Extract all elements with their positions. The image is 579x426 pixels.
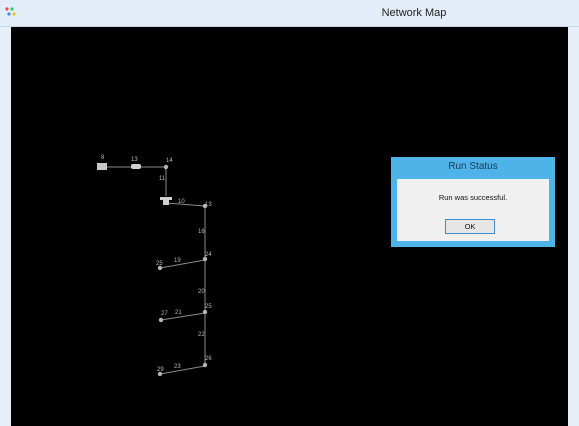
junction-node[interactable]: [202, 309, 208, 315]
node-label: 26: [205, 356, 212, 362]
dialog-body: Run was successful. OK: [397, 179, 549, 241]
run-status-dialog: Run Status Run was successful. OK: [391, 157, 555, 247]
pump-icon[interactable]: [131, 164, 141, 169]
node-label: 29: [157, 367, 164, 373]
link-label: 22: [198, 332, 205, 338]
junction-node[interactable]: [158, 317, 164, 323]
dialog-message: Run was successful.: [438, 193, 508, 202]
node-label: 14: [166, 158, 173, 164]
link-label: 16: [198, 229, 205, 235]
pipe[interactable]: [159, 365, 206, 375]
link-label: 23: [174, 364, 181, 370]
dialog-title: Run Status: [448, 161, 498, 172]
link-label: 10: [178, 199, 185, 205]
node-label: 25: [156, 261, 163, 267]
pipe[interactable]: [165, 202, 206, 207]
pipe[interactable]: [159, 259, 206, 269]
reservoir-icon[interactable]: [97, 163, 107, 170]
node-label: 25: [205, 304, 212, 310]
link-label: 11: [159, 176, 166, 182]
junction-node[interactable]: [202, 362, 208, 368]
link-label: 20: [198, 289, 205, 295]
node-label: 13: [205, 202, 212, 208]
ok-button[interactable]: OK: [445, 219, 495, 234]
junction-node[interactable]: [163, 164, 169, 170]
link-label: 19: [174, 258, 181, 264]
node-label: 27: [161, 311, 168, 317]
node-label: 24: [205, 252, 212, 258]
node-label: 8: [101, 155, 105, 161]
link-label: 21: [175, 310, 182, 316]
link-label: 13: [131, 157, 138, 163]
